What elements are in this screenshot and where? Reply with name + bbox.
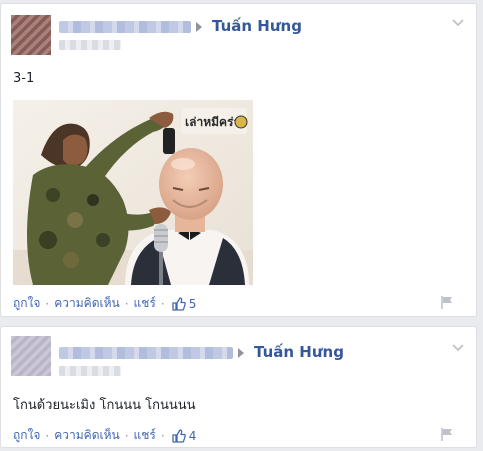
shared-to-profile-link[interactable]: Tuấn Hưng [212, 17, 302, 35]
thumbs-up-icon [172, 296, 186, 311]
thumbs-up-icon [172, 428, 186, 443]
share-link[interactable]: แชร์ [134, 294, 156, 313]
flag-icon[interactable] [440, 294, 454, 309]
share-link[interactable]: แชร์ [134, 426, 156, 445]
post-timestamp[interactable] [59, 40, 121, 50]
arrow-right-icon [238, 348, 244, 358]
like-count-value: 5 [188, 296, 197, 311]
arrow-right-icon [196, 22, 202, 32]
photo-watermark: เล่าหมีคร่า [185, 115, 240, 129]
separator: · [124, 428, 129, 443]
photo-image: เล่าหมีคร่า [13, 100, 253, 285]
blurred-author-name[interactable] [59, 347, 233, 359]
shared-to-profile-link[interactable]: Tuấn Hưng [254, 343, 344, 361]
like-count-value: 4 [188, 428, 197, 443]
feed-post: Tuấn Hưng 3-1 เล่าหมีคร่า ถูกใจ · ความคิ… [0, 3, 477, 317]
avatar[interactable] [11, 336, 51, 376]
post-text: โกนด้วยนะเมิง โกนนน โกนนนน [13, 398, 196, 413]
post-photo[interactable]: เล่าหมีคร่า [13, 100, 253, 285]
post-actions: ถูกใจ · ความคิดเห็น · แชร์ · 4 [13, 426, 196, 445]
separator: · [160, 428, 165, 443]
separator: · [160, 296, 165, 311]
like-count[interactable]: 5 [172, 296, 197, 311]
blurred-author-name[interactable] [59, 21, 191, 33]
flag-icon[interactable] [440, 426, 454, 441]
separator: · [124, 296, 129, 311]
feed-post: Tuấn Hưng โกนด้วยนะเมิง โกนนน โกนนนน ถูก… [0, 326, 477, 448]
like-count[interactable]: 4 [172, 428, 197, 443]
separator: · [45, 296, 50, 311]
post-text: 3-1 [13, 71, 35, 86]
chevron-down-icon[interactable] [452, 344, 464, 356]
post-actions: ถูกใจ · ความคิดเห็น · แชร์ · 5 [13, 294, 196, 313]
like-link[interactable]: ถูกใจ [13, 294, 40, 313]
avatar[interactable] [11, 15, 51, 55]
like-link[interactable]: ถูกใจ [13, 426, 40, 445]
comment-link[interactable]: ความคิดเห็น [54, 426, 119, 445]
post-timestamp[interactable] [59, 366, 121, 376]
chevron-down-icon[interactable] [452, 19, 464, 31]
separator: · [45, 428, 50, 443]
comment-link[interactable]: ความคิดเห็น [54, 294, 119, 313]
